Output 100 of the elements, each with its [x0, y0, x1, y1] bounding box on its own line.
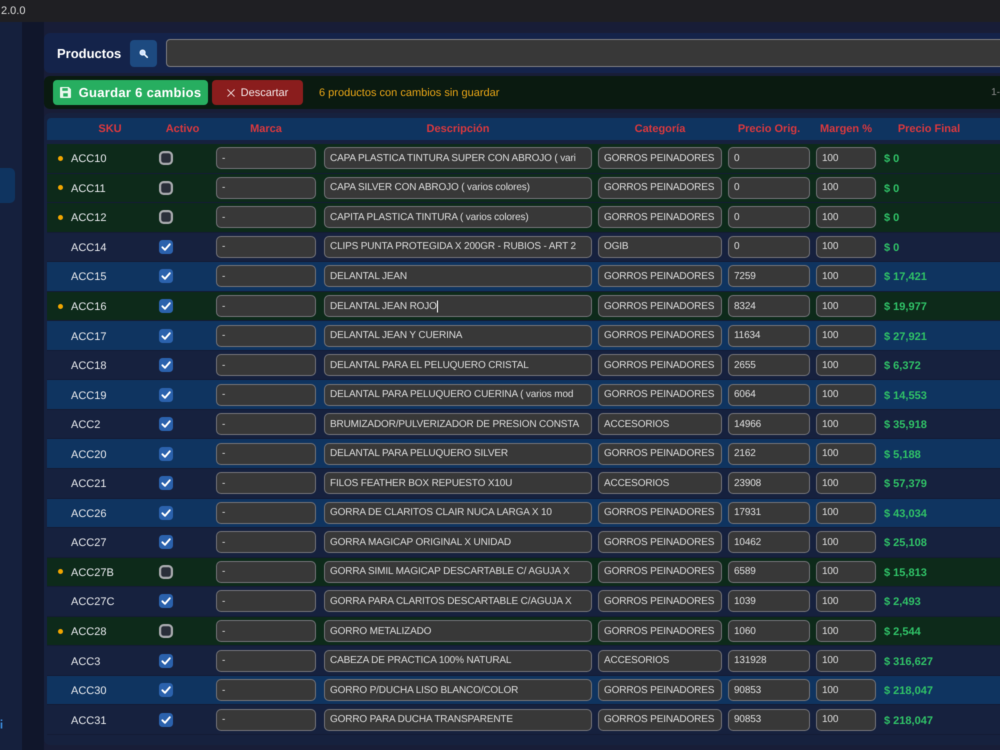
original-price-field[interactable]: 6589 [728, 560, 810, 583]
margin-field[interactable]: 100 [816, 176, 876, 199]
table-row[interactable]: ACC20 - DELANTAL PARA PELUQUERO SILVER GORROS PEINADORES 2162 100 $ 5,188 [47, 439, 1000, 470]
original-price-field[interactable]: 0 [728, 206, 810, 228]
active-checkbox[interactable] [159, 388, 173, 402]
description-field[interactable]: GORRO P/DUCHA LISO BLANCO/COLOR [324, 679, 592, 702]
description-field[interactable]: CAPA SILVER CON ABROJO ( varios colores) [324, 176, 592, 199]
description-field[interactable]: GORRA SIMIL MAGICAP DESCARTABLE C/ AGUJA X [324, 560, 592, 583]
category-field[interactable]: GORROS PEINADORES [598, 679, 722, 702]
margin-field[interactable]: 100 [816, 413, 876, 436]
brand-field[interactable]: - [216, 354, 316, 376]
category-field[interactable]: GORROS PEINADORES [598, 708, 722, 731]
description-field[interactable]: DELANTAL PARA EL PELUQUERO CRISTAL [324, 354, 592, 376]
original-price-field[interactable]: 8324 [728, 295, 810, 317]
description-field[interactable]: DELANTAL JEAN ROJO [324, 295, 592, 317]
description-field[interactable]: BRUMIZADOR/PULVERIZADOR DE PRESION CONSTA [324, 413, 592, 436]
margin-field[interactable]: 100 [816, 472, 876, 494]
category-field[interactable]: GORROS PEINADORES [598, 354, 722, 376]
category-field[interactable]: GORROS PEINADORES [598, 384, 722, 406]
active-checkbox[interactable] [159, 594, 173, 608]
original-price-field[interactable]: 10462 [728, 531, 810, 554]
table-row[interactable]: ACC28 - GORRO METALIZADO GORROS PEINADORES 1060 100 $ 2,544 [47, 616, 1000, 646]
category-field[interactable]: GORROS PEINADORES [598, 620, 722, 642]
brand-field[interactable]: - [216, 650, 316, 672]
description-field[interactable]: FILOS FEATHER BOX REPUESTO X10U [324, 472, 592, 494]
active-checkbox[interactable] [159, 624, 173, 638]
active-checkbox[interactable] [159, 654, 173, 668]
active-checkbox[interactable] [159, 328, 173, 343]
margin-field[interactable]: 100 [816, 708, 876, 731]
table-row[interactable]: ACC27C - GORRA PARA CLARITOS DESCARTABLE C/AGUJA X GORROS PEINADORES 1039 100 $ 2,493 [47, 587, 1000, 617]
margin-field[interactable]: 100 [816, 442, 876, 465]
brand-field[interactable]: - [216, 472, 316, 494]
category-field[interactable]: GORROS PEINADORES [598, 560, 722, 583]
description-field[interactable]: DELANTAL JEAN Y CUERINA [324, 324, 592, 347]
category-field[interactable]: GORROS PEINADORES [598, 442, 722, 465]
category-field[interactable]: GORROS PEINADORES [598, 324, 722, 347]
category-field[interactable]: GORROS PEINADORES [598, 295, 722, 317]
table-row[interactable]: ACC12 - CAPITA PLASTICA TINTURA ( varios colores) GORROS PEINADORES 0 100 $ 0 [47, 203, 1000, 233]
active-checkbox[interactable] [159, 269, 173, 284]
original-price-field[interactable]: 131928 [728, 650, 810, 672]
brand-field[interactable]: - [216, 206, 316, 228]
margin-field[interactable]: 100 [816, 531, 876, 554]
brand-field[interactable]: - [216, 295, 316, 317]
brand-field[interactable]: - [216, 590, 316, 612]
description-field[interactable]: GORRA PARA CLARITOS DESCARTABLE C/AGUJA X [324, 590, 592, 612]
table-row[interactable]: ACC10 - CAPA PLASTICA TINTURA SUPER CON ABROJO ( vari GORROS PEINADORES 0 100 $ 0 [47, 144, 1000, 174]
brand-field[interactable]: - [216, 708, 316, 731]
category-field[interactable]: OGIB [598, 236, 722, 258]
brand-field[interactable]: - [216, 560, 316, 583]
category-field[interactable]: ACCESORIOS [598, 650, 722, 672]
table-row[interactable]: ACC30 - GORRO P/DUCHA LISO BLANCO/COLOR GORROS PEINADORES 90853 100 $ 218,047 [47, 676, 1000, 706]
info-icon[interactable] [0, 719, 3, 729]
category-field[interactable]: ACCESORIOS [598, 472, 722, 494]
active-checkbox[interactable] [159, 683, 173, 698]
margin-field[interactable]: 100 [816, 324, 876, 347]
description-field[interactable]: DELANTAL JEAN [324, 265, 592, 288]
margin-field[interactable]: 100 [816, 265, 876, 288]
description-field[interactable]: CLIPS PUNTA PROTEGIDA X 200GR - RUBIOS - ART 2 [324, 236, 592, 258]
description-field[interactable]: CAPITA PLASTICA TINTURA ( varios colores) [324, 206, 592, 228]
original-price-field[interactable]: 6064 [728, 384, 810, 406]
original-price-field[interactable]: 0 [728, 236, 810, 258]
category-field[interactable]: GORROS PEINADORES [598, 265, 722, 288]
brand-field[interactable]: - [216, 265, 316, 288]
brand-field[interactable]: - [216, 176, 316, 199]
original-price-field[interactable]: 1039 [728, 590, 810, 612]
category-field[interactable]: GORROS PEINADORES [598, 590, 722, 612]
brand-field[interactable]: - [216, 236, 316, 258]
category-field[interactable]: GORROS PEINADORES [598, 531, 722, 554]
brand-field[interactable]: - [216, 679, 316, 702]
table-row[interactable]: ACC15 - DELANTAL JEAN GORROS PEINADORES 7259 100 $ 17,421 [47, 262, 1000, 292]
original-price-field[interactable]: 17931 [728, 502, 810, 524]
description-field[interactable]: DELANTAL PARA PELUQUERO CUERINA ( varios mod [324, 384, 592, 406]
category-field[interactable]: GORROS PEINADORES [598, 147, 722, 170]
original-price-field[interactable]: 0 [728, 176, 810, 199]
search-button[interactable] [130, 40, 158, 66]
active-checkbox[interactable] [159, 358, 173, 372]
margin-field[interactable]: 100 [816, 502, 876, 524]
original-price-field[interactable]: 7259 [728, 265, 810, 288]
margin-field[interactable]: 100 [816, 590, 876, 612]
brand-field[interactable]: - [216, 442, 316, 465]
brand-field[interactable]: - [216, 384, 316, 406]
original-price-field[interactable]: 11634 [728, 324, 810, 347]
active-checkbox[interactable] [159, 535, 173, 550]
description-field[interactable]: CAPA PLASTICA TINTURA SUPER CON ABROJO ( vari [324, 147, 592, 170]
brand-field[interactable]: - [216, 324, 316, 347]
margin-field[interactable]: 100 [816, 354, 876, 376]
table-row[interactable]: ACC14 - CLIPS PUNTA PROTEGIDA X 200GR - RUBIOS - ART 2 OGIB 0 100 $ 0 [47, 232, 1000, 262]
margin-field[interactable]: 100 [816, 679, 876, 702]
margin-field[interactable]: 100 [816, 236, 876, 258]
original-price-field[interactable]: 23908 [728, 472, 810, 494]
active-checkbox[interactable] [159, 506, 173, 520]
table-row[interactable]: ACC19 - DELANTAL PARA PELUQUERO CUERINA ( varios mod GORROS PEINADORES 6064 100 $ 14,553 [47, 380, 1000, 410]
margin-field[interactable]: 100 [816, 650, 876, 672]
original-price-field[interactable]: 14966 [728, 413, 810, 436]
table-row[interactable]: ACC11 - CAPA SILVER CON ABROJO ( varios colores) GORROS PEINADORES 0 100 $ 0 [47, 174, 1000, 204]
original-price-field[interactable]: 2655 [728, 354, 810, 376]
original-price-field[interactable]: 1060 [728, 620, 810, 642]
brand-field[interactable]: - [216, 531, 316, 554]
original-price-field[interactable]: 90853 [728, 679, 810, 702]
brand-field[interactable]: - [216, 147, 316, 170]
